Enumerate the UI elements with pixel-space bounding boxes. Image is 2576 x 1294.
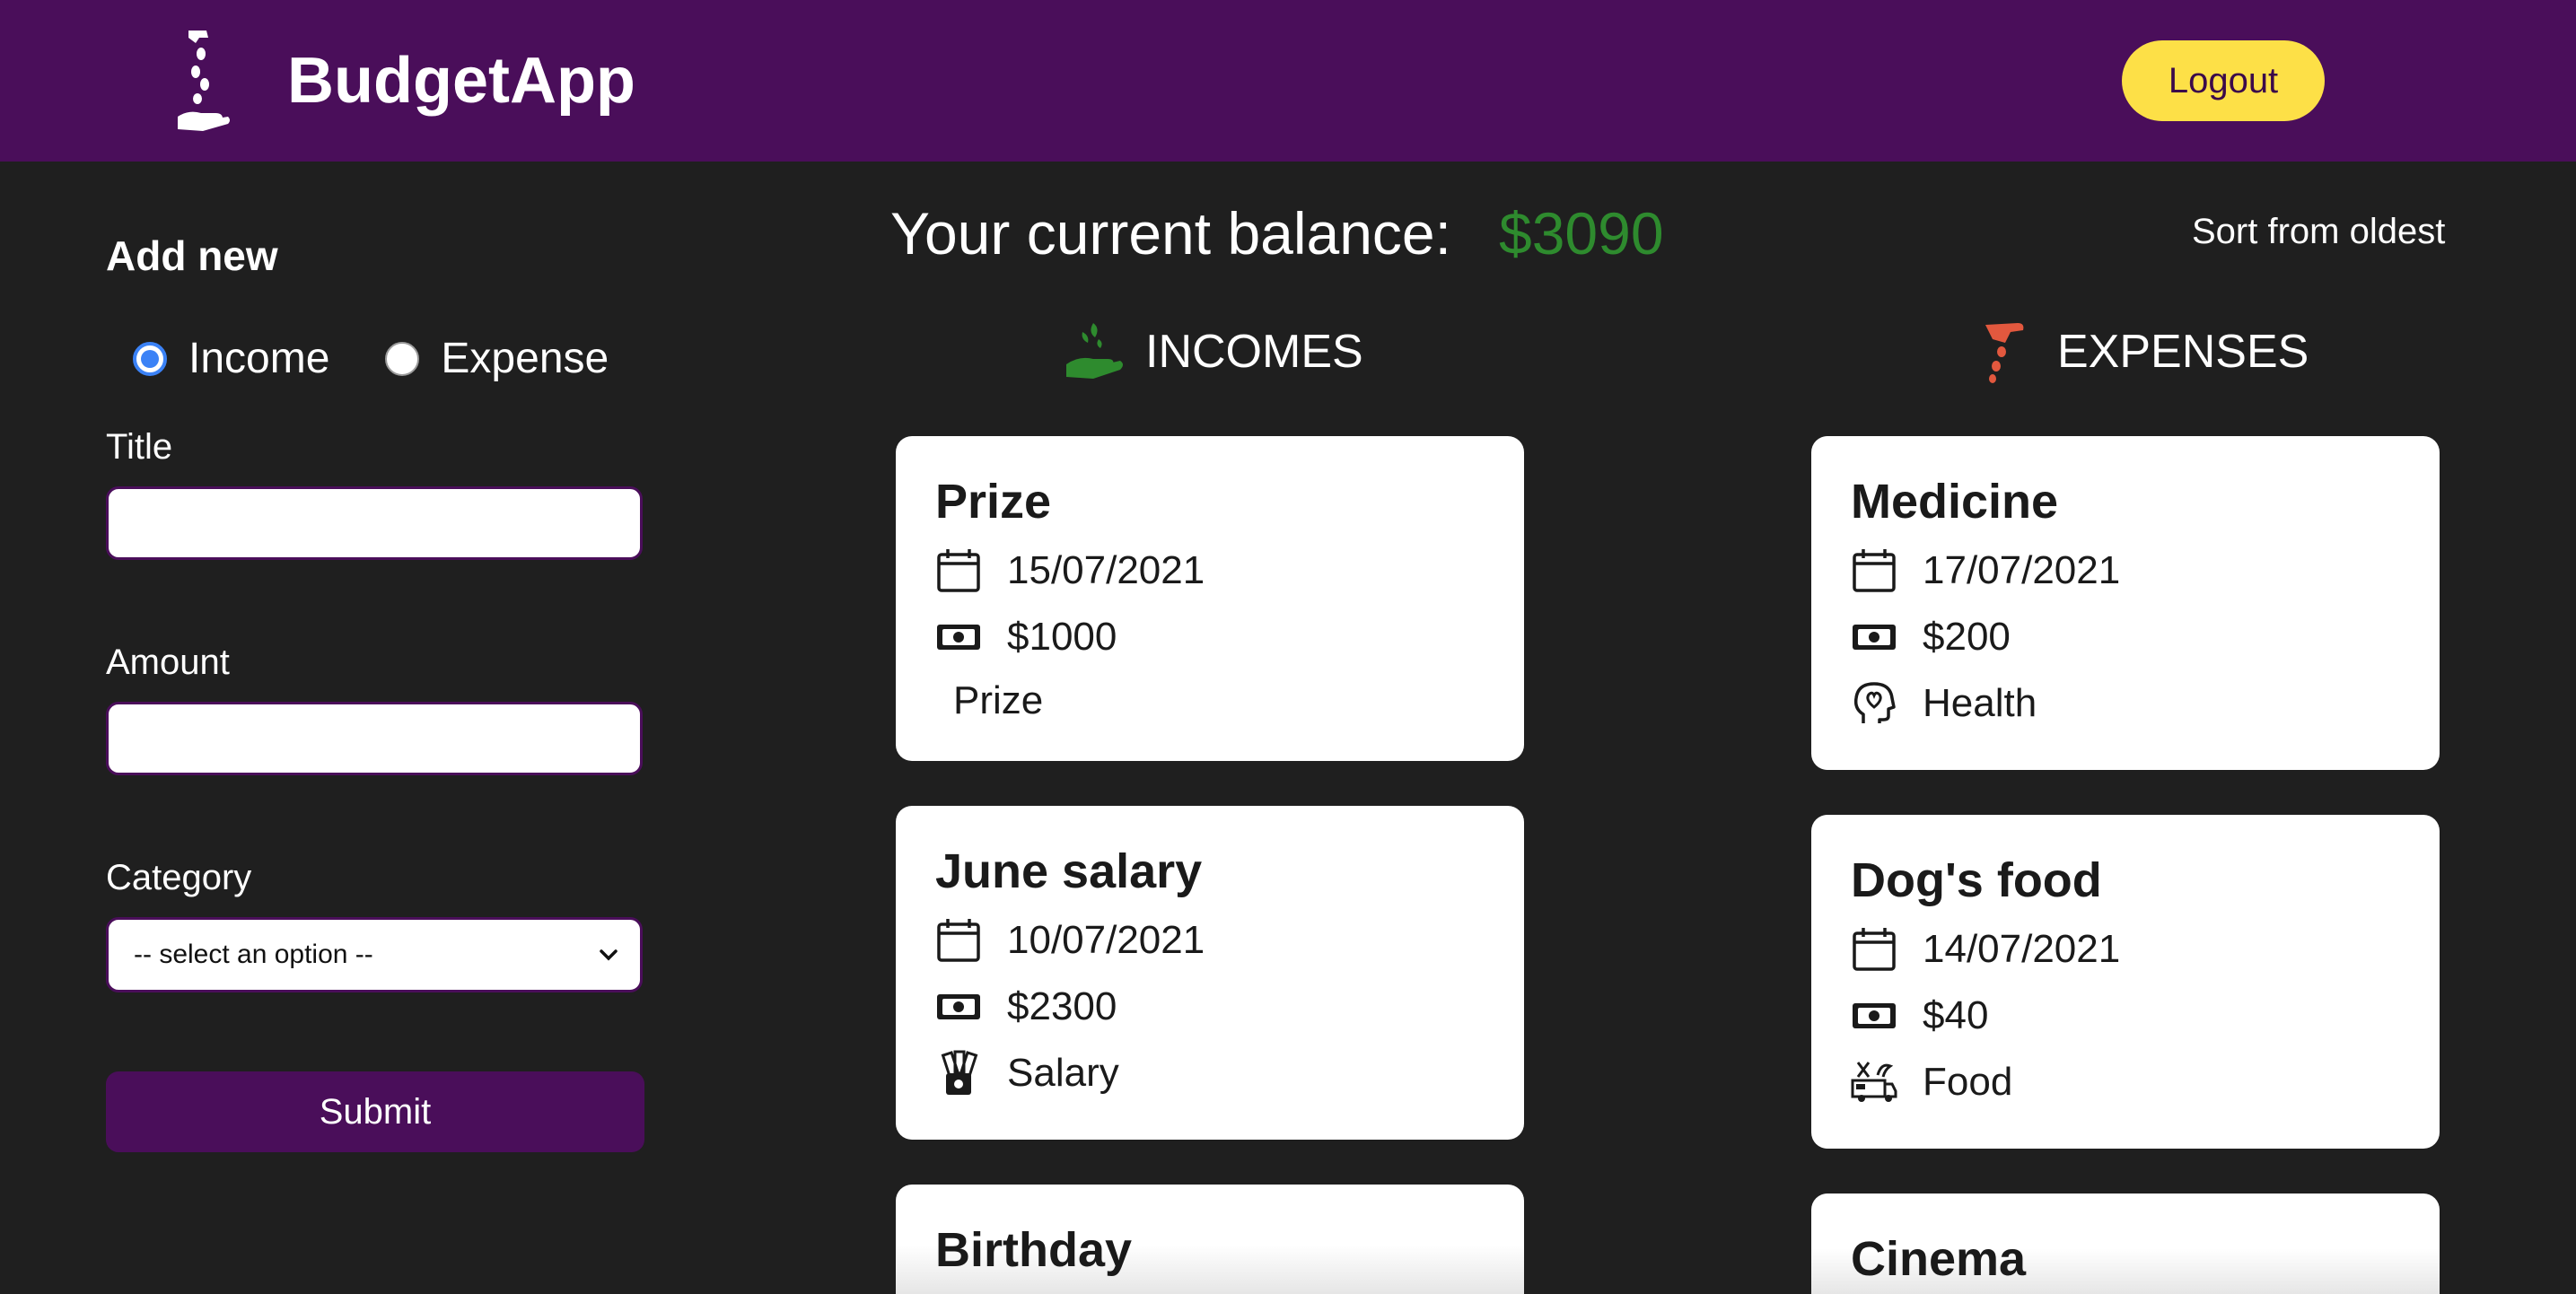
expense-card[interactable]: Medicine 17/07/2021 $200 Health — [1811, 436, 2440, 770]
expense-card-amount-text: $40 — [1923, 993, 1989, 1037]
logout-button[interactable]: Logout — [2122, 40, 2325, 121]
income-card-title: June salary — [935, 844, 1203, 898]
expense-card-category: Health — [1851, 680, 2037, 727]
income-card-category: Prize — [953, 678, 1043, 723]
expense-card-amount: $200 — [1851, 614, 2011, 660]
food-truck-icon — [1851, 1062, 1897, 1102]
health-head-icon — [1853, 682, 1896, 723]
incomes-heading-text: INCOMES — [1145, 326, 1363, 378]
income-radio[interactable] — [133, 341, 167, 376]
expense-card-title: Dog's food — [1851, 853, 2102, 907]
income-card-amount-text: $1000 — [1007, 615, 1117, 659]
income-card-amount-text: $2300 — [1007, 984, 1117, 1028]
income-radio-label: Income — [188, 335, 330, 382]
app-header: BudgetApp Logout — [0, 0, 2576, 162]
income-card-category-text: Salary — [1007, 1051, 1119, 1095]
title-label: Title — [106, 427, 173, 467]
balance-value: $3090 — [1499, 200, 1664, 267]
expenses-heading-text: EXPENSES — [2057, 326, 2309, 378]
income-card-title: Birthday — [935, 1223, 1133, 1277]
expense-card-date-text: 17/07/2021 — [1923, 548, 2121, 592]
expense-card-amount-text: $200 — [1923, 615, 2011, 659]
expenses-heading: EXPENSES — [1975, 319, 2309, 384]
submit-button[interactable]: Submit — [106, 1071, 644, 1152]
income-card[interactable]: Prize 15/07/2021 $1000 Prize — [896, 436, 1524, 761]
category-select[interactable]: -- select an option -- — [106, 917, 643, 992]
banknote-icon — [1853, 1003, 1896, 1028]
chevron-down-icon — [600, 949, 618, 961]
expense-card-category-text: Health — [1923, 681, 2037, 725]
sort-toggle-button[interactable]: Sort from oldest — [2192, 212, 2445, 252]
form-title: Add new — [106, 232, 278, 279]
income-card-date: 10/07/2021 — [935, 917, 1205, 964]
banknote-icon — [937, 625, 980, 650]
expense-card-amount: $40 — [1851, 992, 1988, 1039]
amount-input[interactable] — [106, 702, 643, 775]
expense-card[interactable]: Dog's food 14/07/2021 $40 Food — [1811, 815, 2440, 1149]
income-card[interactable]: June salary 10/07/2021 $2300 Salary — [896, 806, 1524, 1140]
income-card-title: Prize — [935, 475, 1052, 529]
expense-card[interactable]: Cinema — [1811, 1193, 2440, 1294]
money-stack-icon — [941, 1050, 978, 1095]
expense-card-title: Medicine — [1851, 475, 2059, 529]
category-select-value: -- select an option -- — [134, 940, 373, 969]
incomes-heading: INCOMES — [1063, 319, 1363, 384]
income-card-date: 15/07/2021 — [935, 547, 1205, 594]
banknote-icon — [1853, 625, 1896, 650]
income-card-date-text: 10/07/2021 — [1007, 918, 1205, 962]
expense-hand-icon — [1985, 323, 2024, 383]
expense-card-category-text: Food — [1923, 1060, 2013, 1104]
expense-card-title: Cinema — [1851, 1232, 2027, 1286]
income-card-amount: $2300 — [935, 984, 1117, 1030]
calendar-icon — [937, 919, 980, 962]
income-card-category-text: Prize — [953, 678, 1044, 722]
expense-card-category: Food — [1851, 1059, 2012, 1106]
calendar-icon — [937, 549, 980, 592]
add-new-form: Add new Income Expense Title Amount Cate… — [106, 162, 644, 1294]
category-label: Category — [106, 858, 252, 897]
banknote-icon — [937, 994, 980, 1019]
expense-card-date: 17/07/2021 — [1851, 547, 2120, 594]
expense-card-date-text: 14/07/2021 — [1923, 927, 2121, 971]
expense-radio[interactable] — [385, 341, 420, 376]
amount-label: Amount — [106, 643, 230, 682]
coin-hand-icon — [178, 31, 230, 131]
type-radio-group: Income Expense — [133, 334, 664, 383]
calendar-icon — [1853, 928, 1896, 971]
title-input[interactable] — [106, 486, 643, 560]
expense-radio-option[interactable]: Expense — [385, 334, 609, 383]
income-card[interactable]: Birthday — [896, 1185, 1524, 1294]
calendar-icon — [1853, 549, 1896, 592]
brand-name: BudgetApp — [287, 45, 635, 117]
income-hand-icon — [1066, 323, 1123, 379]
income-card-amount: $1000 — [935, 614, 1117, 660]
expense-card-date: 14/07/2021 — [1851, 926, 2120, 973]
income-card-date-text: 15/07/2021 — [1007, 548, 1205, 592]
income-radio-option[interactable]: Income — [133, 334, 329, 383]
expense-radio-label: Expense — [441, 335, 609, 382]
income-card-category: Salary — [935, 1050, 1119, 1097]
balance-label: Your current balance: — [890, 200, 1451, 267]
